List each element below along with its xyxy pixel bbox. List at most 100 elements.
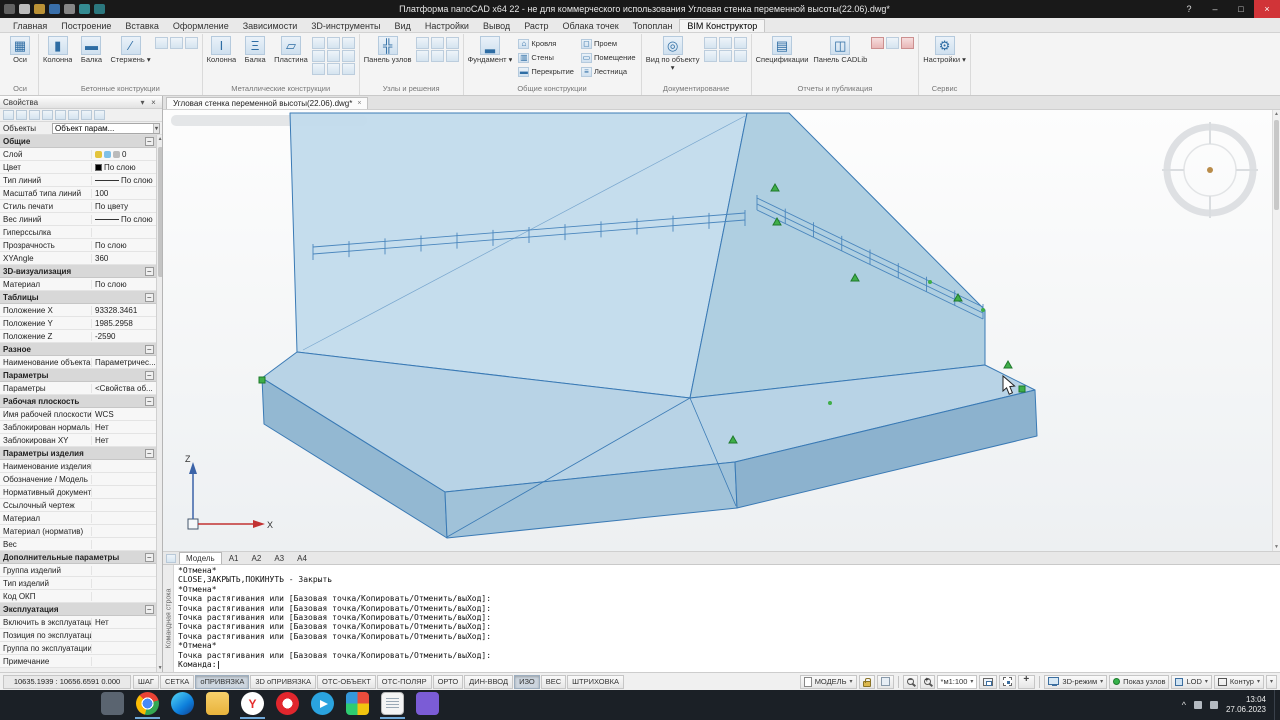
model-space-button[interactable]: МОДЕЛЬ ▾ xyxy=(799,674,857,689)
document-tab[interactable]: Угловая стенка переменной высоты(22.06).… xyxy=(166,97,369,109)
cadlib-panel-button[interactable]: ◫ Панель CADLib xyxy=(812,35,868,65)
redo-icon[interactable] xyxy=(94,4,105,14)
ribbon-tab[interactable]: Построение xyxy=(54,20,118,32)
property-value[interactable]: По слою xyxy=(92,241,156,250)
grip-square[interactable] xyxy=(1018,385,1026,393)
stiffener-icon[interactable] xyxy=(341,63,355,75)
reinforcement-icon[interactable] xyxy=(154,37,168,49)
status-toggle[interactable]: СЕТКА xyxy=(159,674,195,689)
property-value[interactable]: 100 xyxy=(92,189,156,198)
zoom-extents-icon[interactable] xyxy=(999,674,1017,689)
ribbon-tab[interactable]: Вид xyxy=(388,20,418,32)
ribbon-tab[interactable]: Зависимости xyxy=(236,20,305,32)
media-app-icon[interactable] xyxy=(416,692,439,715)
ribbon-tab[interactable]: Вывод xyxy=(476,20,517,32)
props-section-header[interactable]: Параметры − xyxy=(0,369,156,382)
layout-tab[interactable]: А2 xyxy=(246,552,268,564)
show-desktop-button[interactable] xyxy=(1274,690,1278,720)
taskbar-clock[interactable]: 13:04 27.06.2023 xyxy=(1226,695,1266,715)
property-value[interactable]: Нет xyxy=(92,423,156,432)
collapse-icon[interactable]: − xyxy=(144,604,154,614)
view-by-object-button[interactable]: ◎ Вид по объекту ▾ xyxy=(645,35,701,73)
categorize-icon[interactable] xyxy=(68,110,79,120)
collapse-icon[interactable]: − xyxy=(144,266,154,276)
scroll-down-icon[interactable]: ▼ xyxy=(157,665,162,671)
property-value[interactable]: 0 xyxy=(92,150,156,159)
close-button[interactable]: × xyxy=(1254,0,1280,18)
layout-tab[interactable]: А3 xyxy=(268,552,290,564)
props-section-header[interactable]: Дополнительные параметры − xyxy=(0,551,156,564)
ribbon-tab[interactable]: 3D-инструменты xyxy=(304,20,387,32)
grip-dot[interactable] xyxy=(928,280,932,284)
property-value[interactable]: 1985.2958 xyxy=(92,319,156,328)
layout-tab[interactable]: А1 xyxy=(223,552,245,564)
status-toggle[interactable]: ВЕС xyxy=(540,674,567,689)
collapse-icon[interactable]: − xyxy=(144,448,154,458)
property-value[interactable]: 93328.3461 xyxy=(92,306,156,315)
status-toggle[interactable]: ОТС-ПОЛЯР xyxy=(376,674,432,689)
corner-wall-model[interactable] xyxy=(261,112,1038,539)
chrome-icon[interactable] xyxy=(136,692,159,715)
view-scale-field[interactable]: *м1:100 ▾ xyxy=(936,674,978,689)
undo-icon[interactable] xyxy=(79,4,90,14)
steel-column-button[interactable]: Ι Колонна xyxy=(206,35,237,65)
lod-button[interactable]: LOD ▾ xyxy=(1171,674,1212,689)
contour-button[interactable]: Контур ▾ xyxy=(1213,674,1264,689)
tray-network-icon[interactable] xyxy=(1193,701,1202,709)
edge-icon[interactable] xyxy=(171,692,194,715)
steel-beam-button[interactable]: Ξ Балка xyxy=(240,35,270,65)
custom-node-icon[interactable] xyxy=(445,50,459,62)
copy-properties-icon[interactable] xyxy=(29,110,40,120)
customize-props-icon[interactable] xyxy=(42,110,53,120)
scroll-up-icon[interactable]: ▲ xyxy=(157,136,162,142)
report-icon[interactable] xyxy=(886,37,900,49)
props-section-header[interactable]: Разное − xyxy=(0,343,156,356)
property-value[interactable]: Нет xyxy=(92,436,156,445)
object-selector[interactable]: Объект парам... ▾ xyxy=(52,122,160,134)
status-toggle[interactable]: ДИН-ВВОД xyxy=(464,674,514,689)
select-objects-icon[interactable] xyxy=(3,110,14,120)
left-wall-face[interactable] xyxy=(289,112,748,399)
ribbon-tab[interactable]: Растр xyxy=(517,20,555,32)
truss-node-icon[interactable] xyxy=(445,37,459,49)
props-section-header[interactable]: 3D-визуализация − xyxy=(0,265,156,278)
grip-dot[interactable] xyxy=(981,308,985,312)
property-value[interactable]: По слою xyxy=(92,280,156,289)
command-history[interactable]: *Отмена* CLOSE,ЗАКРЫТЬ,ПОКИНУТЬ - Закрыть… xyxy=(174,565,1280,672)
collapse-icon[interactable]: − xyxy=(144,396,154,406)
property-value[interactable]: WCS xyxy=(92,410,156,419)
base-plate-icon[interactable] xyxy=(326,50,340,62)
property-value[interactable]: По слою xyxy=(92,163,156,172)
file-explorer-icon[interactable] xyxy=(206,692,229,715)
drawing-area[interactable]: Z X ▲ ▼ xyxy=(163,110,1280,551)
notepad-icon[interactable] xyxy=(381,692,404,715)
room-button[interactable]: ▭ Помещение xyxy=(579,51,638,64)
ribbon-tab[interactable]: Облака точек xyxy=(556,20,626,32)
plate-node-icon[interactable] xyxy=(430,50,444,62)
property-value[interactable]: <Свойства об... xyxy=(92,384,156,393)
scrollbar-thumb[interactable] xyxy=(1274,120,1279,210)
zoom-out-icon[interactable] xyxy=(902,674,918,689)
model-viewport[interactable]: Z X xyxy=(163,110,1280,551)
position-tag-icon[interactable] xyxy=(733,37,747,49)
ribbon-tab[interactable]: Вставка xyxy=(118,20,165,32)
layout-list-icon[interactable] xyxy=(166,553,176,563)
show-nodes-button[interactable]: Показ узлов xyxy=(1109,674,1170,689)
collapse-icon[interactable]: − xyxy=(144,370,154,380)
scroll-up-icon[interactable]: ▲ xyxy=(1273,111,1280,117)
spec-table-icon[interactable] xyxy=(718,50,732,62)
status-toggle[interactable]: ИЗО xyxy=(514,674,540,689)
nodes-panel-button[interactable]: ╬ Панель узлов xyxy=(363,35,413,65)
note-icon[interactable] xyxy=(733,50,747,62)
collapse-icon[interactable]: − xyxy=(144,292,154,302)
new-file-icon[interactable] xyxy=(19,4,30,14)
sheet-format-icon[interactable] xyxy=(703,50,717,62)
tab-close-icon[interactable]: × xyxy=(357,100,361,107)
specifications-button[interactable]: ▤ Спецификации xyxy=(755,35,810,65)
props-section-header[interactable]: Эксплуатация − xyxy=(0,603,156,616)
tray-volume-icon[interactable] xyxy=(1209,701,1218,709)
opera-icon[interactable] xyxy=(276,692,299,715)
property-value[interactable]: По цвету xyxy=(92,202,156,211)
foundation-button[interactable]: ▂ Фундамент ▾ xyxy=(467,35,514,65)
dimension-icon[interactable] xyxy=(718,37,732,49)
